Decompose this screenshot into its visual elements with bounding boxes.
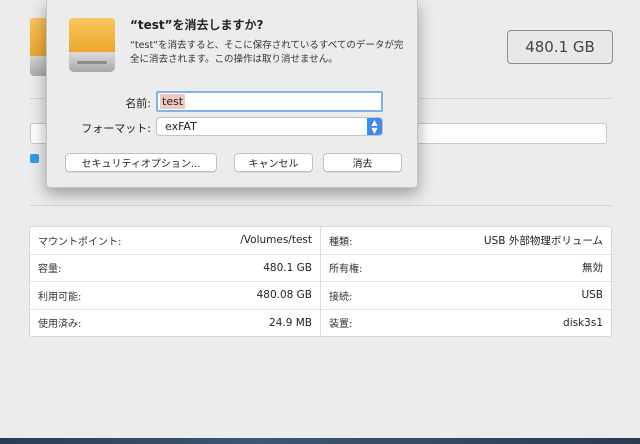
info-row-available: 利用可能: 480.08 GB	[30, 281, 320, 309]
external-drive-icon	[69, 18, 115, 72]
info-row-mount-point: マウントポイント: /Volumes/test	[30, 227, 320, 254]
info-label: 使用済み:	[38, 319, 82, 331]
capacity-box: 480.1 GB	[507, 30, 613, 64]
legend-swatch	[30, 154, 39, 163]
info-table: マウントポイント: /Volumes/test 容量: 480.1 GB 利用可…	[29, 226, 612, 337]
info-label: 接続:	[329, 291, 353, 303]
security-options-button[interactable]: セキュリティオプション...	[65, 153, 217, 172]
info-label: 種類:	[329, 236, 353, 248]
name-input[interactable]	[156, 91, 383, 112]
info-label: 利用可能:	[38, 291, 82, 303]
info-label: マウントポイント:	[38, 236, 122, 248]
info-row-device: 装置: disk3s1	[321, 308, 611, 337]
info-value: 24.9 MB	[269, 316, 312, 329]
info-column-left: マウントポイント: /Volumes/test 容量: 480.1 GB 利用可…	[30, 227, 320, 336]
desktop-strip	[0, 438, 640, 444]
format-select-value: exFAT	[165, 120, 197, 133]
info-row-ownership: 所有権: 無効	[321, 253, 611, 282]
info-value: USB	[581, 289, 603, 302]
info-value: 480.1 GB	[263, 261, 312, 274]
info-row-capacity: 容量: 480.1 GB	[30, 253, 320, 282]
divider	[30, 205, 612, 206]
info-value: 無効	[582, 262, 603, 275]
erase-button[interactable]: 消去	[323, 153, 402, 172]
format-select[interactable]: exFAT ▲ ▼	[156, 117, 383, 136]
info-row-connection: 接続: USB	[321, 281, 611, 309]
info-label: 容量:	[38, 264, 62, 276]
name-label: 名前:	[125, 97, 151, 110]
dialog-title: “test”を消去しますか?	[130, 18, 264, 32]
info-row-type: 種類: USB 外部物理ボリューム	[321, 227, 611, 254]
name-input-value[interactable]: test	[160, 94, 186, 109]
info-label: 装置:	[329, 319, 353, 331]
info-row-used: 使用済み: 24.9 MB	[30, 308, 320, 337]
info-value: /Volumes/test	[240, 234, 312, 247]
info-value: 480.08 GB	[256, 289, 312, 302]
erase-dialog: “test”を消去しますか? “test”を消去すると、そこに保存されているすべ…	[46, 0, 418, 188]
dialog-message: “test”を消去すると、そこに保存されているすべてのデータが完全に消去されます…	[130, 40, 404, 65]
info-label: 所有権:	[329, 264, 363, 276]
info-value: disk3s1	[563, 316, 603, 329]
info-value: USB 外部物理ボリューム	[483, 234, 603, 247]
cancel-button[interactable]: キャンセル	[234, 153, 313, 172]
format-label: フォーマット:	[81, 122, 151, 135]
chevron-up-down-icon[interactable]: ▲ ▼	[367, 118, 382, 135]
info-column-right: 種類: USB 外部物理ボリューム 所有権: 無効 接続: USB 装置: di…	[320, 227, 611, 336]
